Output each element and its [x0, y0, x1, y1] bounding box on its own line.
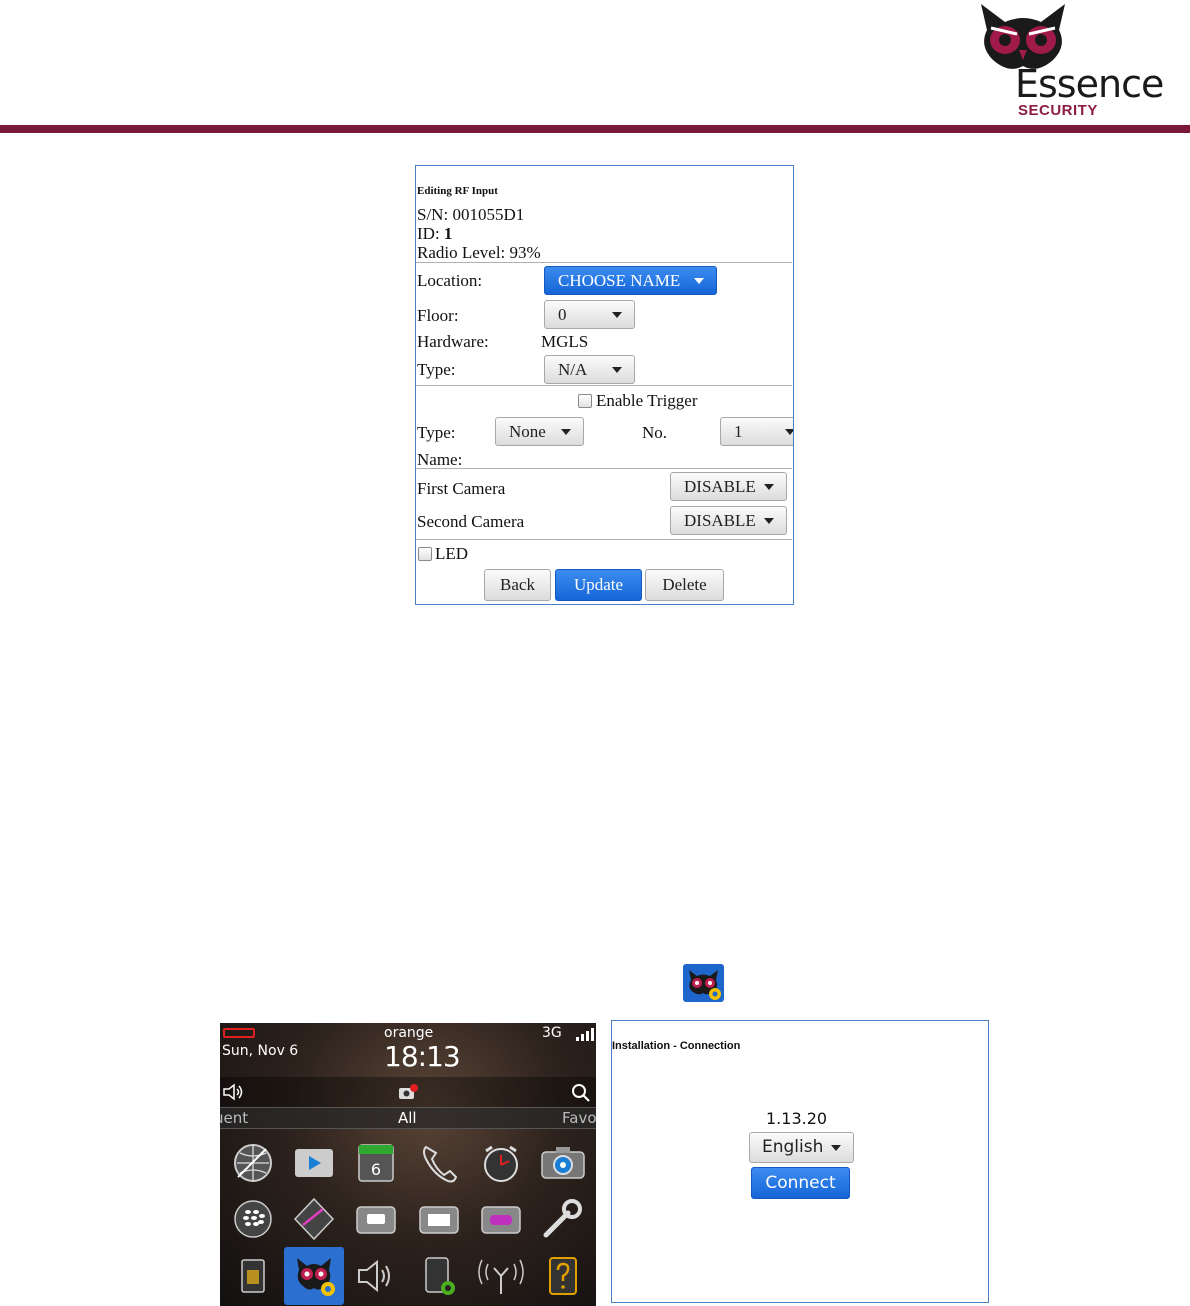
language-select[interactable]: English — [749, 1132, 854, 1163]
phone-home-screen: Sun, Nov 6 orange 18:13 3G uent All Favo… — [220, 1023, 596, 1306]
trigger-type-label: Type: — [417, 423, 456, 442]
trigger-type-value: None — [509, 422, 546, 441]
hardware-value: MGLS — [541, 332, 589, 351]
tab-frequent[interactable]: uent — [220, 1109, 248, 1127]
connect-button[interactable]: Connect — [751, 1167, 850, 1199]
location-value: CHOOSE NAME — [558, 271, 681, 290]
setup-icon[interactable] — [414, 1252, 464, 1300]
id-value: 1 — [443, 224, 453, 243]
language-value: English — [762, 1137, 824, 1157]
maps-icon[interactable] — [289, 1195, 339, 1243]
enable-trigger-checkbox[interactable] — [578, 394, 592, 408]
essence-app-icon — [683, 964, 724, 1002]
first-camera-label: First Camera — [417, 479, 506, 498]
media-icon[interactable] — [289, 1139, 339, 1187]
trigger-number-select[interactable]: 1 — [720, 417, 793, 446]
serial-number-row: S/N: 001055D1 — [417, 205, 524, 225]
floor-value: 0 — [558, 305, 567, 324]
chevron-down-icon — [764, 518, 774, 524]
second-camera-select[interactable]: DISABLE — [670, 506, 787, 535]
rf-input-editor: Editing RF Input S/N: 001055D1 ID: 1 Rad… — [415, 165, 794, 605]
calendar-day: 6 — [371, 1160, 381, 1179]
phone-carrier: orange — [384, 1025, 434, 1041]
chevron-down-icon — [785, 429, 793, 435]
first-camera-select[interactable]: DISABLE — [670, 472, 787, 501]
second-camera-value: DISABLE — [684, 511, 756, 530]
games-icon[interactable] — [476, 1195, 526, 1243]
network-icon[interactable] — [476, 1252, 526, 1300]
sn-label: S/N: — [417, 205, 449, 224]
camera-icon[interactable] — [538, 1139, 588, 1187]
network-type: 3G — [542, 1025, 562, 1041]
options-icon[interactable] — [538, 1195, 588, 1243]
divider — [416, 468, 792, 469]
phone-time: 18:13 — [384, 1040, 461, 1073]
sn-value: 001055D1 — [452, 205, 525, 224]
installation-connection-screen: Installation - Connection 1.13.20 Englis… — [611, 1020, 989, 1303]
trigger-number-value: 1 — [734, 422, 743, 441]
location-select[interactable]: CHOOSE NAME — [544, 266, 717, 295]
trigger-type-select[interactable]: None — [495, 417, 584, 446]
blackberry-icon[interactable] — [228, 1195, 278, 1243]
no-label: No. — [642, 423, 668, 442]
messages-icon[interactable] — [351, 1195, 401, 1243]
clock-icon[interactable] — [476, 1139, 526, 1187]
enable-trigger-label: Enable Trigger — [596, 391, 698, 410]
notification-icon[interactable] — [397, 1083, 419, 1101]
led-label: LED — [435, 544, 469, 563]
tab-all[interactable]: All — [398, 1109, 417, 1127]
divider — [416, 539, 792, 540]
first-camera-value: DISABLE — [684, 477, 756, 496]
connection-title: Installation - Connection — [612, 1040, 741, 1052]
id-label: ID: — [417, 224, 440, 243]
logo-wordmark: Essence — [1015, 62, 1164, 106]
back-button[interactable]: Back — [484, 569, 551, 601]
essence-security-logo: Essence SECURITY — [975, 0, 1164, 124]
chevron-down-icon — [612, 367, 622, 373]
speaker-icon[interactable] — [222, 1083, 244, 1101]
chevron-down-icon — [694, 278, 704, 284]
tab-favorites[interactable]: Favo — [562, 1109, 596, 1127]
type-label: Type: — [417, 360, 456, 379]
name-label: Name: — [417, 450, 463, 469]
radio-level-value: 93% — [509, 243, 541, 262]
chevron-down-icon — [612, 312, 622, 318]
essence-app-icon[interactable] — [289, 1252, 339, 1300]
app-version: 1.13.20 — [766, 1109, 828, 1128]
delete-button[interactable]: Delete — [645, 569, 724, 601]
id-row: ID: 1 — [417, 224, 452, 244]
browser-icon[interactable] — [228, 1139, 278, 1187]
search-icon[interactable] — [571, 1083, 591, 1103]
phone-icon[interactable] — [414, 1139, 464, 1187]
sim-icon[interactable] — [228, 1252, 278, 1300]
battery-icon — [223, 1028, 255, 1038]
divider — [416, 385, 792, 386]
hardware-label: Hardware: — [417, 332, 489, 351]
help-icon[interactable] — [538, 1252, 588, 1300]
type-select[interactable]: N/A — [544, 355, 635, 384]
second-camera-label: Second Camera — [417, 512, 525, 531]
header-divider — [0, 125, 1190, 133]
chevron-down-icon — [561, 429, 571, 435]
floor-label: Floor: — [417, 306, 459, 325]
update-button[interactable]: Update — [555, 569, 642, 601]
floor-select[interactable]: 0 — [544, 300, 635, 329]
rf-input-title: Editing RF Input — [417, 185, 498, 197]
led-checkbox[interactable] — [418, 547, 432, 561]
location-label: Location: — [417, 271, 483, 290]
sound-icon[interactable] — [351, 1252, 401, 1300]
radio-level-label: Radio Level: — [417, 243, 506, 262]
radio-level-row: Radio Level: 93% — [417, 243, 541, 263]
chevron-down-icon — [831, 1145, 841, 1151]
chevron-down-icon — [764, 484, 774, 490]
logo-subtitle: SECURITY — [1018, 102, 1098, 119]
phone-date: Sun, Nov 6 — [222, 1043, 299, 1059]
divider — [416, 262, 792, 263]
type-value: N/A — [558, 360, 588, 379]
calendar-icon[interactable]: 6 — [351, 1139, 401, 1187]
files-icon[interactable] — [414, 1195, 464, 1243]
